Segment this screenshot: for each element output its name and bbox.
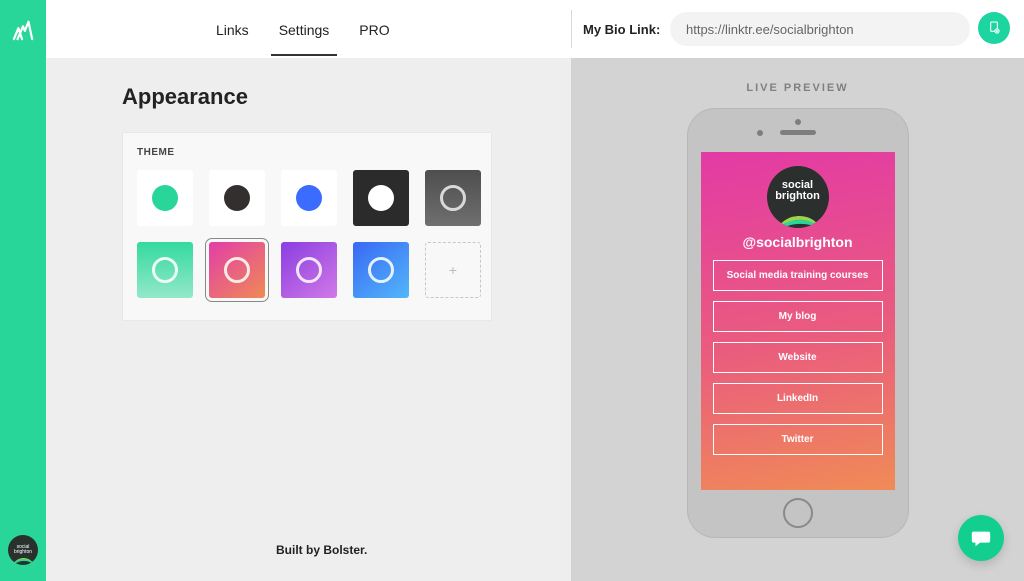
app-sidebar: socialbrighton bbox=[0, 0, 46, 581]
avatar[interactable]: socialbrighton bbox=[8, 535, 38, 565]
theme-swatch-blue-gradient[interactable] bbox=[353, 242, 409, 298]
copy-link-button[interactable] bbox=[978, 12, 1010, 44]
theme-panel: THEME + bbox=[122, 132, 492, 321]
topbar: Links Settings PRO My Bio Link: https://… bbox=[46, 0, 1024, 58]
chat-icon bbox=[970, 527, 992, 549]
theme-panel-title: THEME bbox=[137, 147, 477, 158]
phone-mockup: socialbrighton @socialbrighton Social me… bbox=[687, 108, 909, 538]
theme-swatch-pink-gradient[interactable] bbox=[209, 242, 265, 298]
theme-add-button[interactable]: + bbox=[425, 242, 481, 298]
preview-pane: LIVE PREVIEW socialbrighton @socialbrigh… bbox=[571, 58, 1024, 581]
tab-pro[interactable]: PRO bbox=[359, 2, 389, 56]
theme-swatch-mint-solid[interactable] bbox=[137, 170, 193, 226]
theme-swatch-black-white[interactable] bbox=[353, 170, 409, 226]
settings-pane: Appearance THEME + Built by Bolster. bbox=[46, 58, 571, 581]
phone-screen: socialbrighton @socialbrighton Social me… bbox=[701, 152, 895, 490]
profile-handle: @socialbrighton bbox=[701, 234, 895, 250]
theme-swatch-purple-gradient[interactable] bbox=[281, 242, 337, 298]
profile-logo: socialbrighton bbox=[767, 166, 829, 228]
preview-link-button[interactable]: Twitter bbox=[713, 424, 883, 455]
page-title: Appearance bbox=[122, 84, 571, 110]
preview-link-button[interactable]: Website bbox=[713, 342, 883, 373]
tab-settings[interactable]: Settings bbox=[279, 2, 330, 56]
copy-icon bbox=[986, 20, 1002, 36]
avatar-text: socialbrighton bbox=[14, 545, 32, 555]
bio-link-label: My Bio Link: bbox=[583, 22, 660, 37]
preview-link-button[interactable]: My blog bbox=[713, 301, 883, 332]
live-preview-label: LIVE PREVIEW bbox=[746, 82, 848, 94]
preview-links: Social media training courses My blog Webs… bbox=[701, 260, 895, 455]
tab-links[interactable]: Links bbox=[216, 2, 249, 56]
chat-widget-button[interactable] bbox=[958, 515, 1004, 561]
preview-link-button[interactable]: LinkedIn bbox=[713, 383, 883, 414]
brand-logo-icon bbox=[12, 18, 34, 47]
theme-grid: + bbox=[137, 170, 477, 298]
nav-tabs: Links Settings PRO bbox=[216, 2, 390, 56]
footer-credit: Built by Bolster. bbox=[276, 543, 367, 557]
home-button-icon bbox=[783, 498, 813, 528]
theme-swatch-dark-solid[interactable] bbox=[209, 170, 265, 226]
bio-link-display[interactable]: https://linktr.ee/socialbrighton bbox=[670, 12, 970, 46]
theme-swatch-grey-gradient[interactable] bbox=[425, 170, 481, 226]
theme-swatch-blue-solid[interactable] bbox=[281, 170, 337, 226]
theme-swatch-mint-gradient[interactable] bbox=[137, 242, 193, 298]
topbar-divider bbox=[571, 10, 572, 48]
preview-link-button[interactable]: Social media training courses bbox=[713, 260, 883, 291]
